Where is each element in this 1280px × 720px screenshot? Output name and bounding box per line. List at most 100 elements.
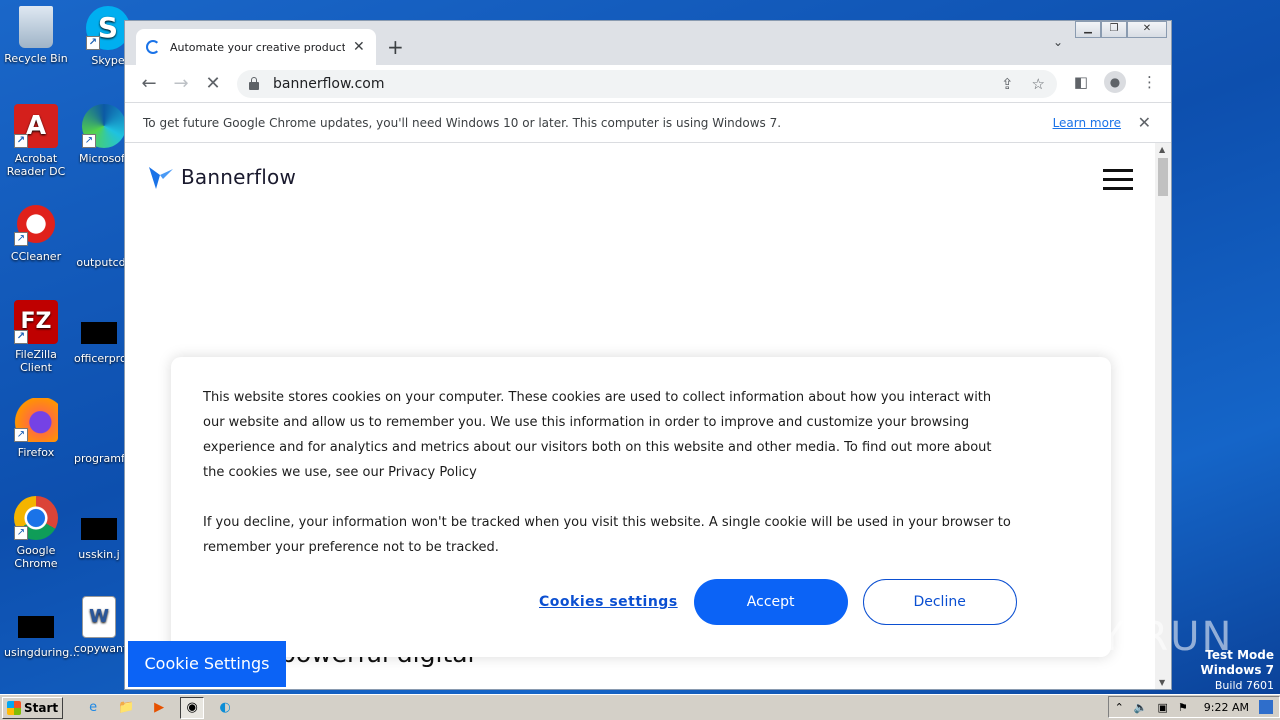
- more-menu-icon[interactable]: ⋮: [1142, 73, 1157, 91]
- learn-more-link[interactable]: Learn more: [1053, 116, 1121, 130]
- clock[interactable]: 9:22 AM: [1204, 701, 1249, 714]
- tray-expand-icon[interactable]: ⌃: [1115, 701, 1124, 714]
- action-center-flag-icon[interactable]: ⚑: [1178, 701, 1188, 714]
- desktop-icon-chrome[interactable]: ↗ Google Chrome: [4, 496, 68, 570]
- accept-button[interactable]: Accept: [693, 579, 848, 625]
- tab-title: Automate your creative production c: [170, 40, 345, 54]
- chrome-icon: ↗: [14, 496, 58, 540]
- desktop-icon-label: officerpro: [74, 352, 127, 365]
- chrome-taskbar-icon[interactable]: ◉: [180, 696, 205, 719]
- ccleaner-icon: ↗: [14, 202, 58, 246]
- media-player-icon[interactable]: ▶: [147, 697, 171, 719]
- file-icon: [81, 422, 117, 444]
- desktop-icon-copywant[interactable]: W copywant: [74, 596, 128, 655]
- system-tray: ⌃ 🔈 ▣ ⚑ 9:22 AM: [1107, 696, 1280, 718]
- new-tab-icon[interactable]: +: [387, 35, 404, 59]
- test-mode-notice: Test Mode Windows 7 Build 7601: [1201, 648, 1274, 693]
- internet-explorer-icon[interactable]: e: [81, 697, 105, 719]
- desktop-icon-label: FileZilla Client: [15, 348, 57, 374]
- vertical-scrollbar[interactable]: ▲ ▼: [1155, 143, 1171, 689]
- close-tab-icon[interactable]: ✕: [353, 39, 365, 55]
- bookmark-star-icon[interactable]: ☆: [1032, 75, 1045, 93]
- windows-logo-icon: [7, 700, 21, 715]
- share-icon[interactable]: ⇪: [1001, 75, 1014, 93]
- desktop-icon-outputcd[interactable]: outputcd: [74, 214, 128, 269]
- desktop-icon-programf[interactable]: programf: [74, 410, 125, 465]
- hamburger-menu-icon[interactable]: [1103, 169, 1133, 196]
- desktop-icon-label: usingduring...: [4, 646, 80, 659]
- cookie-settings-button[interactable]: Cookie Settings: [128, 641, 286, 687]
- close-infobar-icon[interactable]: ✕: [1138, 113, 1151, 132]
- close-window-icon[interactable]: ✕: [1127, 21, 1167, 38]
- shortcut-arrow-icon: ↗: [82, 134, 96, 148]
- file-icon: [81, 518, 117, 540]
- desktop-icon-label: Firefox: [17, 446, 55, 459]
- desktop-icon-acrobat[interactable]: A ↗ Acrobat Reader DC: [4, 104, 68, 178]
- decline-button[interactable]: Decline: [862, 579, 1017, 625]
- start-button[interactable]: Start: [2, 696, 64, 719]
- butterfly-logo-icon: [149, 167, 173, 189]
- show-desktop-icon[interactable]: [1259, 700, 1273, 714]
- consent-paragraph: If you decline, your information won't b…: [203, 515, 1011, 555]
- network-icon[interactable]: ▣: [1158, 701, 1168, 714]
- cookie-consent-dialog: This website stores cookies on your comp…: [171, 357, 1111, 657]
- tab-search-chevron-icon[interactable]: ⌄: [1053, 35, 1063, 49]
- shortcut-arrow-icon: ↗: [14, 134, 28, 148]
- edge-icon: ↗: [82, 104, 126, 148]
- side-panel-icon[interactable]: ◧: [1074, 73, 1088, 91]
- desktop-icon-usskin[interactable]: usskin.j: [74, 506, 124, 561]
- browser-tab[interactable]: Automate your creative production c ✕: [136, 29, 376, 65]
- stop-loading-icon[interactable]: ✕: [197, 73, 229, 94]
- cookies-settings-link[interactable]: Cookies settings: [539, 594, 678, 610]
- brand-name: Bannerflow: [181, 165, 297, 189]
- word-document-icon: W: [82, 596, 116, 638]
- chrome-window: Automate your creative production c ✕ + …: [124, 20, 1172, 690]
- bannerflow-logo[interactable]: Bannerflow: [147, 163, 296, 191]
- url-text[interactable]: bannerflow.com: [273, 76, 384, 92]
- desktop-icon-label: programf: [74, 452, 125, 465]
- recycle-bin-icon: [19, 6, 53, 48]
- desktop-icon-label: Google Chrome: [14, 544, 58, 570]
- file-icon: [83, 226, 119, 248]
- back-icon[interactable]: ←: [133, 73, 165, 94]
- desktop-icon-ccleaner[interactable]: ↗ CCleaner: [4, 202, 68, 263]
- test-mode-line: Build 7601: [1214, 679, 1274, 692]
- desktop-icon-label: Microsoft: [78, 152, 130, 165]
- shortcut-arrow-icon: ↗: [14, 428, 28, 442]
- desktop-icon-label: copywant: [74, 642, 128, 655]
- desktop-icon-label: usskin.j: [78, 548, 120, 561]
- scrollbar-thumb[interactable]: [1158, 158, 1168, 196]
- desktop-icon-recycle-bin[interactable]: Recycle Bin: [4, 6, 68, 65]
- desktop-icon-filezilla[interactable]: FZ ↗ FileZilla Client: [4, 300, 68, 374]
- scroll-down-icon[interactable]: ▼: [1159, 678, 1165, 687]
- scroll-up-icon[interactable]: ▲: [1159, 145, 1165, 154]
- desktop-icon-label: Acrobat Reader DC: [6, 152, 66, 178]
- browser-toolbar: ← → ✕ bannerflow.com ⇪ ☆ ◧ ● ⋮: [125, 65, 1171, 102]
- volume-icon[interactable]: 🔈: [1134, 701, 1148, 714]
- desktop-icon-label: Recycle Bin: [4, 52, 68, 65]
- window-controls: ▁ ❐ ✕: [1075, 21, 1167, 38]
- consent-actions: Cookies settings Accept Decline: [539, 579, 1017, 625]
- edge-taskbar-icon[interactable]: ◐: [213, 697, 237, 719]
- file-explorer-icon[interactable]: 📁: [114, 697, 138, 719]
- shortcut-arrow-icon: ↗: [14, 232, 28, 246]
- lock-icon[interactable]: [249, 77, 259, 90]
- page-viewport: Bannerflow powerful digital This website…: [125, 143, 1171, 689]
- desktop-icon-file[interactable]: usingduring...: [4, 604, 80, 659]
- start-label: Start: [24, 700, 59, 715]
- address-bar[interactable]: bannerflow.com ⇪ ☆: [237, 70, 1057, 98]
- restore-icon[interactable]: ❐: [1101, 21, 1127, 38]
- filezilla-icon: FZ ↗: [14, 300, 58, 344]
- profile-avatar-icon[interactable]: ●: [1104, 71, 1126, 93]
- taskbar: Start e 📁 ▶ ◉ ◐ ⌃ 🔈 ▣ ⚑ 9:22 AM: [0, 694, 1280, 720]
- consent-paragraph: This website stores cookies on your comp…: [203, 390, 992, 480]
- acrobat-icon: A ↗: [14, 104, 58, 148]
- minimize-icon[interactable]: ▁: [1075, 21, 1101, 38]
- desktop-icon-officerpro[interactable]: officerpro: [74, 310, 127, 365]
- file-icon: [18, 616, 54, 638]
- desktop-icon-label: outputcd: [76, 256, 126, 269]
- shortcut-arrow-icon: ↗: [14, 330, 28, 344]
- forward-icon[interactable]: →: [165, 73, 197, 94]
- desktop-icon-firefox[interactable]: ↗ Firefox: [4, 398, 68, 459]
- loading-spinner-icon: [146, 40, 160, 54]
